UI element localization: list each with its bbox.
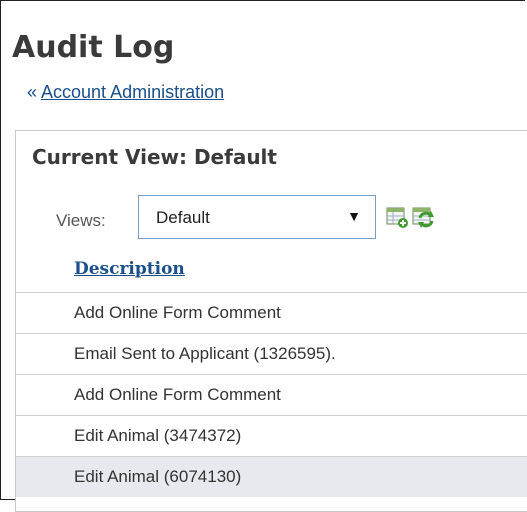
- table-row[interactable]: Email Sent to Applicant (1326595).: [16, 333, 527, 374]
- panel-title: Current View: Default: [32, 145, 277, 169]
- table-row-highlighted[interactable]: Edit Animal (6074130): [16, 456, 527, 497]
- table-cell-description: Edit Animal (3474372): [74, 426, 242, 445]
- breadcrumb-link-account-administration[interactable]: Account Administration: [41, 82, 224, 102]
- table-cell-description: Edit Animal (6074130): [74, 467, 242, 486]
- add-view-icon[interactable]: [385, 205, 409, 229]
- breadcrumb-arrow: «: [27, 82, 38, 102]
- table-cell-description: Email Sent to Applicant (1326595).: [74, 344, 336, 363]
- views-select-value: Default: [156, 208, 210, 227]
- table-row[interactable]: Add Online Form Comment: [16, 374, 527, 415]
- table-cell-description: Add Online Form Comment: [74, 303, 281, 322]
- current-view-panel: Current View: Default Views: Default ▼ D…: [15, 130, 527, 512]
- refresh-view-icon[interactable]: [411, 205, 435, 229]
- views-select[interactable]: Default ▼: [138, 195, 376, 239]
- table-row[interactable]: Edit Animal (3474372): [16, 415, 527, 456]
- chevron-down-icon: ▼: [347, 208, 361, 224]
- audit-log-table: Add Online Form Comment Email Sent to Ap…: [16, 292, 527, 497]
- column-header-description[interactable]: Description: [74, 259, 185, 279]
- table-cell-description: Add Online Form Comment: [74, 385, 281, 404]
- page-title: Audit Log: [12, 30, 175, 65]
- views-label: Views:: [56, 211, 106, 230]
- breadcrumb: «Account Administration: [27, 82, 224, 103]
- table-row[interactable]: Add Online Form Comment: [16, 292, 527, 333]
